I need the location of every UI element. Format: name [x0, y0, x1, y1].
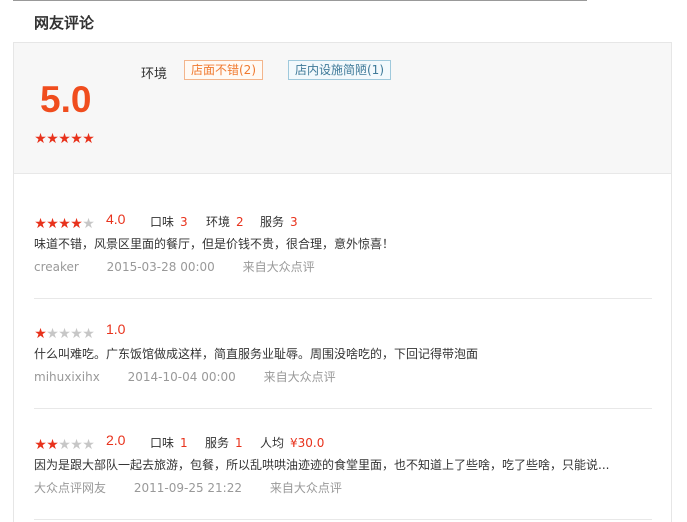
review-score: 1.0	[106, 321, 126, 337]
star-empty-icon: ★	[70, 437, 83, 453]
section-title: 网友评论	[34, 14, 95, 32]
star-filled-icon: ★	[34, 131, 47, 147]
review-time: 2011-09-25 21:22	[133, 481, 242, 495]
review-meta-item: 环境 2	[206, 215, 244, 229]
star-empty-icon: ★	[58, 326, 71, 342]
review-source: 来自大众点评	[242, 260, 315, 274]
star-empty-icon: ★	[70, 326, 83, 342]
review-user[interactable]: 大众点评网友	[34, 481, 106, 495]
reviews-panel: 5.0 ★★★★★ 环境 店面不错(2) 店内设施简陋(1) ★★★★★ 4.0…	[13, 42, 672, 522]
review-user[interactable]: mihuxixihx	[34, 370, 100, 384]
review-stars: ★★★★★	[34, 326, 95, 342]
review-meta-item: 服务 1	[205, 436, 243, 450]
star-filled-icon: ★	[58, 131, 71, 147]
star-filled-icon: ★	[34, 437, 47, 453]
review-info: creaker 2015-03-28 00:00 来自大众点评	[34, 258, 339, 275]
star-empty-icon: ★	[82, 216, 95, 232]
star-filled-icon: ★	[34, 326, 47, 342]
star-filled-icon: ★	[46, 437, 59, 453]
category-label: 环境	[141, 67, 168, 82]
star-empty-icon: ★	[46, 326, 59, 342]
star-filled-icon: ★	[46, 216, 59, 232]
review-score: 2.0	[106, 432, 126, 448]
review-time: 2015-03-28 00:00	[106, 260, 215, 274]
review-info: 大众点评网友 2011-09-25 21:22 来自大众点评	[34, 479, 366, 496]
review-divider	[34, 519, 652, 520]
review-source: 来自大众点评	[263, 370, 336, 384]
top-divider	[13, 0, 587, 1]
review-stars: ★★★★★	[34, 437, 95, 453]
star-filled-icon: ★	[46, 131, 59, 147]
review-meta-item: 口味 1	[150, 436, 188, 450]
review-divider	[34, 298, 652, 299]
review-text: 什么叫难吃。广东饭馆做成这样，简直服务业耻辱。周围没啥吃的，下回记得带泡面	[34, 347, 479, 361]
star-empty-icon: ★	[58, 437, 71, 453]
review-source: 来自大众点评	[269, 481, 342, 495]
review-meta-item: 服务 3	[260, 215, 298, 229]
review-stars: ★★★★★	[34, 216, 95, 232]
rating-summary: 5.0 ★★★★★ 环境 店面不错(2) 店内设施简陋(1)	[14, 43, 671, 174]
review-divider	[34, 408, 652, 409]
review-text: 味道不错，风景区里面的餐厅，但是价钱不贵，很合理，意外惊喜！	[34, 237, 395, 251]
star-filled-icon: ★	[58, 216, 71, 232]
review-meta-item: 人均 ¥30.0	[260, 436, 325, 450]
review-meta-item: 口味 3	[150, 215, 188, 229]
star-empty-icon: ★	[82, 437, 95, 453]
tag-negative[interactable]: 店内设施简陋(1)	[288, 60, 391, 80]
overall-stars: ★★★★★	[34, 131, 95, 147]
star-empty-icon: ★	[82, 326, 95, 342]
overall-score: 5.0	[40, 79, 92, 120]
review-user[interactable]: creaker	[34, 260, 79, 274]
review-text: 因为是跟大部队一起去旅游，包餐，所以乱哄哄油迹迹的食堂里面，也不知道上了些啥，吃…	[34, 458, 610, 472]
review-info: mihuxixihx 2014-10-04 00:00 来自大众点评	[34, 368, 360, 385]
review-time: 2014-10-04 00:00	[127, 370, 236, 384]
star-filled-icon: ★	[34, 216, 47, 232]
review-score: 4.0	[106, 211, 126, 227]
star-filled-icon: ★	[70, 216, 83, 232]
star-filled-icon: ★	[82, 131, 95, 147]
tag-positive[interactable]: 店面不错(2)	[184, 60, 263, 80]
star-filled-icon: ★	[70, 131, 83, 147]
